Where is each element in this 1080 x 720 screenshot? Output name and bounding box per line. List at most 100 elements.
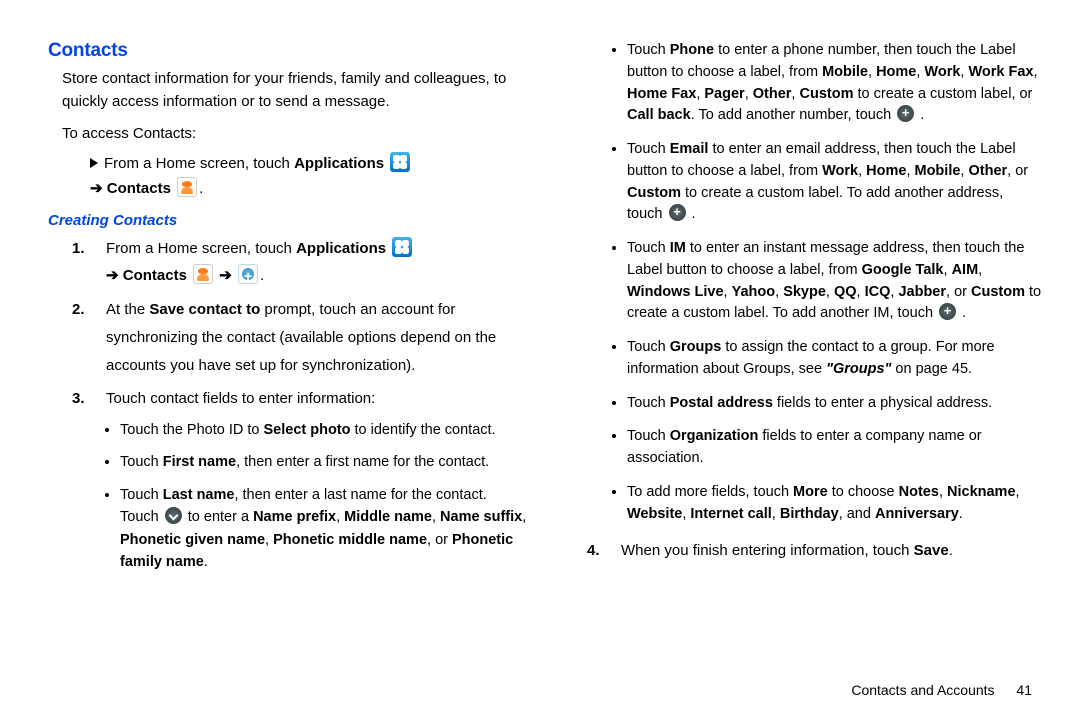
bold: Call back	[627, 107, 691, 123]
bold: Mobile	[822, 64, 868, 80]
text: Touch	[627, 42, 670, 58]
bold: QQ	[834, 284, 857, 300]
text: .	[204, 554, 208, 570]
bold: Mobile	[915, 163, 961, 179]
text: ,	[826, 284, 834, 300]
text: Touch	[627, 428, 670, 444]
bold: Notes	[899, 484, 939, 500]
text: Touch contact fields to enter informatio…	[106, 390, 375, 407]
bold: Groups	[670, 339, 722, 355]
text: . To add another number, touch	[691, 107, 896, 123]
step-1: 1. From a Home screen, touch Application…	[72, 235, 527, 291]
bold: Work	[822, 163, 858, 179]
text: ,	[745, 86, 753, 102]
bold: Save	[914, 542, 949, 559]
text: fields to enter a physical address.	[773, 395, 992, 411]
bold: Phone	[670, 42, 714, 58]
bold: Last name	[163, 487, 235, 503]
access-line: To access Contacts:	[62, 121, 527, 147]
page-number: 41	[1016, 682, 1032, 698]
text: Touch	[627, 339, 670, 355]
bold: Yahoo	[732, 284, 776, 300]
text: ,	[906, 163, 914, 179]
bold: Select photo	[263, 422, 350, 438]
bold: Custom	[971, 284, 1025, 300]
text: to enter a	[184, 509, 253, 525]
bold: Windows Live	[627, 284, 724, 300]
contacts-icon	[177, 177, 197, 197]
text: ,	[944, 262, 952, 278]
step-number: 3.	[72, 385, 85, 413]
text: From a Home screen, touch	[104, 155, 294, 172]
text: From a Home screen, touch	[106, 240, 296, 257]
arrow-icon: ➔	[106, 267, 123, 284]
text: At the	[106, 301, 149, 318]
access-step: From a Home screen, touch Applications ➔…	[90, 151, 527, 202]
bold: Phonetic middle name	[273, 532, 427, 548]
step-number: 4.	[587, 537, 600, 565]
bold: Home	[866, 163, 906, 179]
bold: Custom	[627, 185, 681, 201]
text: ,	[1034, 64, 1038, 80]
text: ,	[868, 64, 876, 80]
text: on page 45.	[891, 361, 972, 377]
bold: Save contact to	[149, 301, 260, 318]
text: ,	[857, 284, 865, 300]
text: ,	[978, 262, 982, 278]
bold: Contacts	[123, 267, 187, 284]
bullet-postal: Touch Postal address fields to enter a p…	[627, 393, 1042, 415]
bold: Work	[924, 64, 960, 80]
intro-text: Store contact information for your frien…	[62, 68, 527, 113]
text: Touch	[627, 395, 670, 411]
plus-icon	[669, 204, 686, 221]
bold: Birthday	[780, 506, 839, 522]
bold: ICQ	[865, 284, 891, 300]
manual-page: Contacts Store contact information for y…	[0, 0, 1080, 680]
bold: Postal address	[670, 395, 773, 411]
bold: Google Talk	[862, 262, 944, 278]
bold: Contacts	[107, 180, 171, 197]
bold: IM	[670, 240, 686, 256]
text: ,	[939, 484, 947, 500]
text: ,	[336, 509, 344, 525]
bullet-photo: Touch the Photo ID to Select photo to id…	[120, 419, 527, 441]
bold: Other	[968, 163, 1007, 179]
step-2: 2. At the Save contact to prompt, touch …	[72, 296, 527, 379]
text: Touch	[627, 141, 670, 157]
bullet-more: To add more fields, touch More to choose…	[627, 482, 1042, 526]
applications-icon	[390, 152, 410, 172]
bold: Home	[876, 64, 916, 80]
bold: Organization	[670, 428, 759, 444]
text: ,	[522, 509, 526, 525]
bold: Internet call	[690, 506, 771, 522]
field-bullets: Touch the Photo ID to Select photo to id…	[106, 419, 527, 574]
bold: Custom	[799, 86, 853, 102]
plus-icon	[897, 105, 914, 122]
text: ,	[772, 506, 780, 522]
bold: Pager	[704, 86, 744, 102]
bullet-im: Touch IM to enter an instant message add…	[627, 238, 1042, 325]
text: ,	[1016, 484, 1020, 500]
text: Touch	[120, 454, 163, 470]
bullet-groups: Touch Groups to assign the contact to a …	[627, 337, 1042, 381]
step-number: 2.	[72, 296, 85, 324]
arrow-icon: ➔	[90, 180, 107, 197]
reference: "Groups"	[826, 361, 891, 377]
text: , or	[946, 284, 971, 300]
bold: Jabber	[898, 284, 946, 300]
text: Touch the Photo ID to	[120, 422, 263, 438]
text: , then enter a first name for the contac…	[236, 454, 489, 470]
section-title: Contacts	[48, 40, 527, 62]
bold: Name prefix	[253, 509, 336, 525]
bold: More	[793, 484, 828, 500]
text: When you finish entering information, to…	[621, 542, 914, 559]
text: ,	[432, 509, 440, 525]
text: ,	[775, 284, 783, 300]
right-column: Touch Phone to enter a phone number, the…	[563, 40, 1042, 660]
bold: AIM	[952, 262, 979, 278]
bold: First name	[163, 454, 236, 470]
chevron-down-icon	[165, 507, 182, 524]
bold: Email	[670, 141, 709, 157]
creating-contacts-steps: 1. From a Home screen, touch Application…	[72, 235, 527, 574]
bullet-lastname: Touch Last name, then enter a last name …	[120, 484, 527, 574]
